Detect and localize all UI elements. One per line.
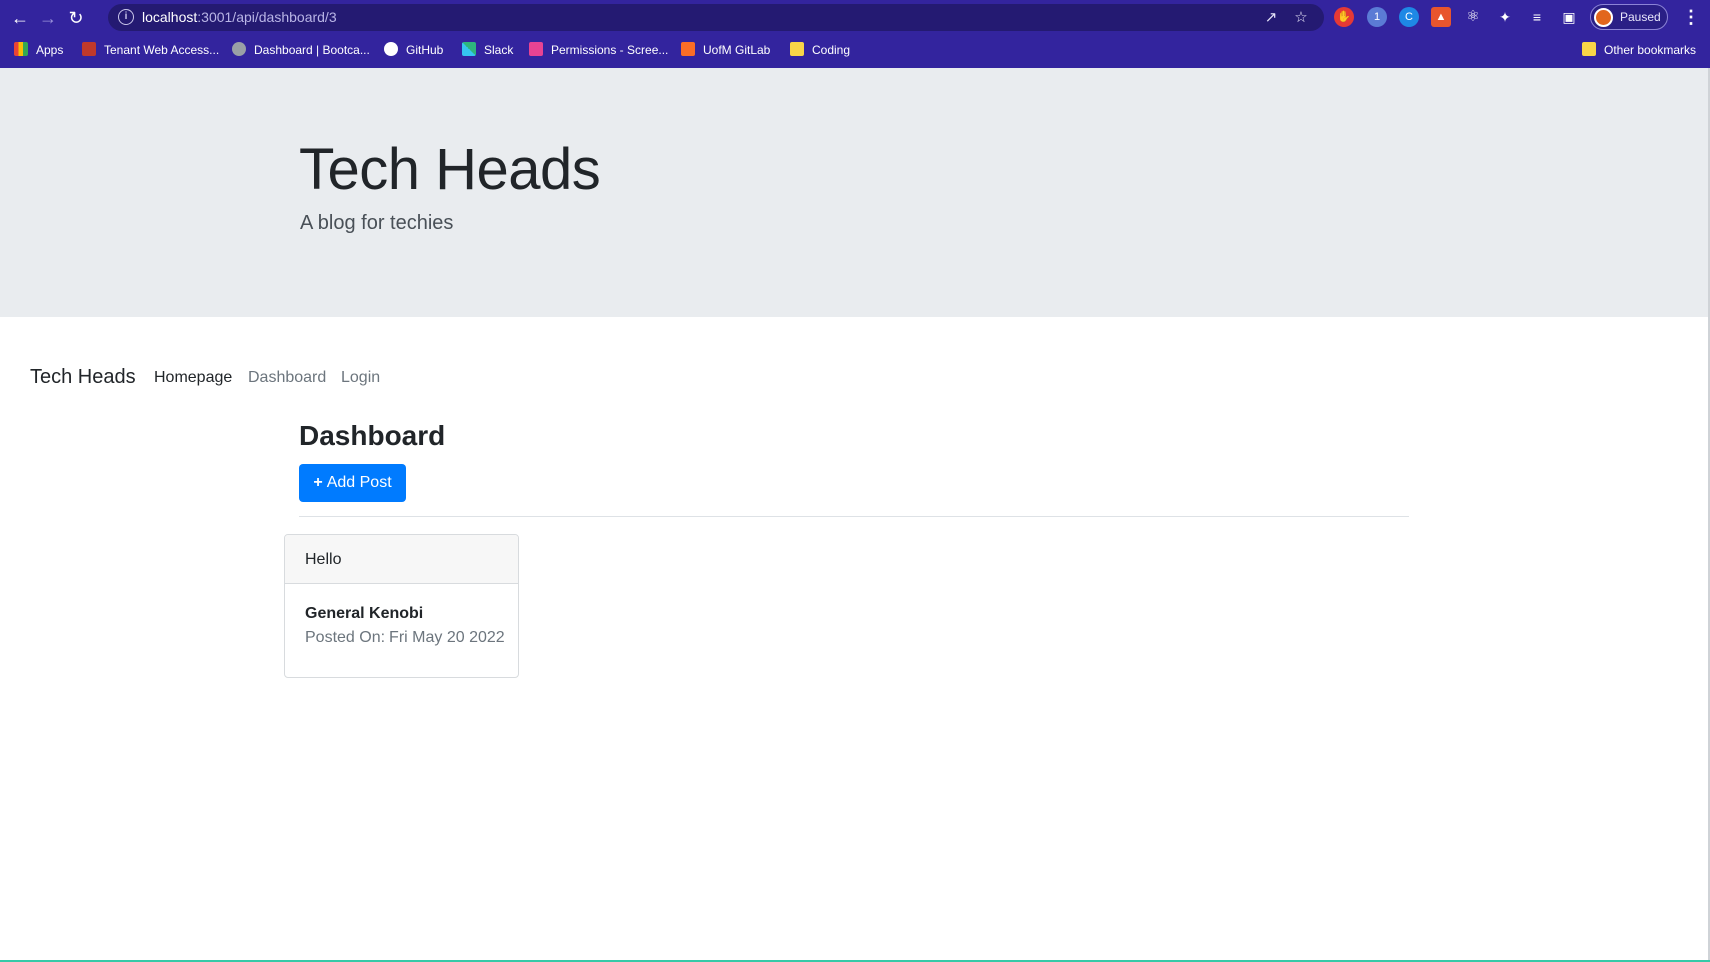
- site-info-icon[interactable]: i: [118, 9, 134, 25]
- page-title: Dashboard: [299, 420, 446, 451]
- navbar-brand[interactable]: Tech Heads: [30, 366, 136, 389]
- plus-icon: +: [313, 474, 323, 491]
- site-title: Tech Heads: [299, 137, 601, 202]
- bookmark-dashboard-bootcamp[interactable]: Dashboard | Bootca...: [232, 41, 370, 59]
- reload-icon[interactable]: ↻: [64, 6, 88, 30]
- slack-icon: [462, 42, 476, 56]
- building-icon: [82, 42, 96, 56]
- profile-button[interactable]: Paused: [1590, 4, 1668, 30]
- bookmarks-bar: Apps Tenant Web Access... Dashboard | Bo…: [0, 36, 1710, 64]
- share-icon[interactable]: ↗: [1262, 9, 1280, 27]
- bookmark-uofm-gitlab[interactable]: UofM GitLab: [681, 41, 770, 59]
- divider: [299, 516, 1409, 517]
- back-arrow-icon[interactable]: ←: [8, 6, 32, 30]
- bookmark-star-icon[interactable]: ☆: [1292, 9, 1310, 27]
- folder-icon: [790, 42, 804, 56]
- site-navbar: Tech Heads Homepage Dashboard Login: [0, 360, 1710, 396]
- browser-menu-icon[interactable]: ⋮: [1682, 6, 1700, 28]
- extension-badge-icon[interactable]: 1: [1367, 7, 1387, 27]
- media-queue-icon[interactable]: ≡: [1527, 7, 1547, 27]
- bookmark-coding[interactable]: Coding: [790, 41, 850, 59]
- address-bar[interactable]: i localhost:3001/api/dashboard/3 ↗ ☆: [108, 4, 1324, 31]
- bookmark-tenant-web-access[interactable]: Tenant Web Access...: [82, 41, 219, 59]
- bookmark-apps[interactable]: Apps: [14, 41, 63, 59]
- bookmark-other-bookmarks[interactable]: Other bookmarks: [1582, 41, 1696, 59]
- gitlab-icon: [681, 42, 695, 56]
- browser-toolbar: ← → ↻ i localhost:3001/api/dashboard/3 ↗…: [0, 0, 1710, 34]
- extension-react-icon[interactable]: ⚛: [1463, 7, 1483, 27]
- post-card[interactable]: Hello General Kenobi Posted On: Fri May 2…: [284, 534, 519, 678]
- profile-status: Paused: [1620, 10, 1661, 24]
- post-date: Posted On: Fri May 20 2022: [305, 629, 505, 646]
- apps-grid-icon: [14, 42, 28, 56]
- add-post-button[interactable]: + Add Post: [299, 464, 406, 502]
- avatar: [1594, 8, 1613, 27]
- folder-icon: [1582, 42, 1596, 56]
- address-url[interactable]: localhost:3001/api/dashboard/3: [142, 9, 337, 25]
- nav-link-login[interactable]: Login: [341, 369, 380, 387]
- extension-fire-icon[interactable]: ▲: [1431, 7, 1451, 27]
- github-icon: [384, 42, 398, 56]
- bookmark-permissions[interactable]: Permissions - Scree...: [529, 41, 668, 59]
- extension-c-icon[interactable]: C: [1399, 7, 1419, 27]
- forward-arrow-icon[interactable]: →: [36, 6, 60, 30]
- post-card-header: Hello: [285, 535, 518, 584]
- bookmark-github[interactable]: GitHub: [384, 41, 443, 59]
- jumbotron: Tech Heads A blog for techies: [0, 68, 1710, 317]
- nav-link-homepage[interactable]: Homepage: [154, 369, 232, 387]
- nav-link-dashboard[interactable]: Dashboard: [248, 369, 326, 387]
- globe-icon: [232, 42, 246, 56]
- site-subtitle: A blog for techies: [300, 212, 454, 234]
- post-header: Hello: [305, 551, 342, 568]
- post-title: General Kenobi: [305, 605, 424, 622]
- permissions-icon: [529, 42, 543, 56]
- browser-chrome: ← → ↻ i localhost:3001/api/dashboard/3 ↗…: [0, 0, 1710, 68]
- side-panel-icon[interactable]: ▣: [1559, 7, 1579, 27]
- extensions-puzzle-icon[interactable]: ✦: [1495, 7, 1515, 27]
- extension-adblock-icon[interactable]: ✋: [1334, 7, 1354, 27]
- bookmark-slack[interactable]: Slack: [462, 41, 513, 59]
